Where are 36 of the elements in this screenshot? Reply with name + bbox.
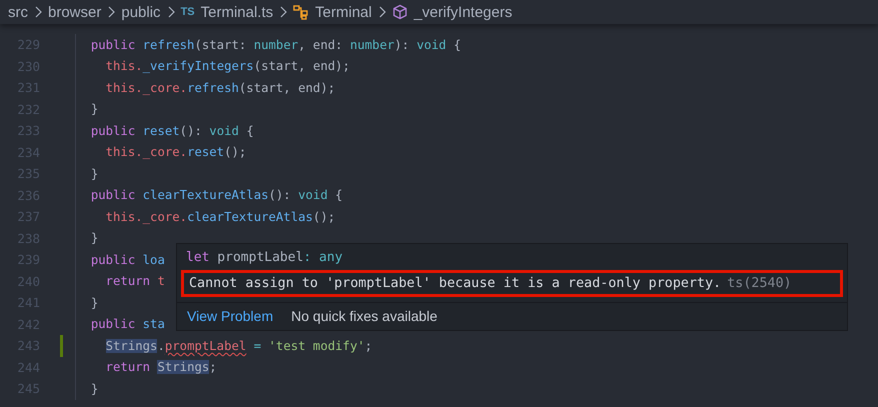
chevron-icon [279,6,288,18]
breadcrumb-item[interactable]: src [8,4,28,20]
breadcrumb-item[interactable]: public [121,4,161,20]
code-line: public loa [90,252,165,267]
type-signature: let promptLabel: any [185,249,344,267]
code-line: } [90,296,98,310]
code-line: } [90,382,98,396]
quick-fix-status: No quick fixes available [291,308,438,324]
error-message: Cannot assign to 'promptLabel' because it is a read-only property. [189,276,722,291]
code-line: public sta [90,317,165,332]
file-type-label: TS [180,6,195,18]
cube-icon [392,4,408,20]
code-line: public refresh(start: number, end: number): void { [90,38,462,52]
chevron-icon [34,6,42,18]
code-line: } [90,166,98,181]
class-icon [293,4,310,20]
code-line: this._core.reset(); [104,145,246,160]
code-line: Strings.promptLabel = 'test modify'; [104,338,372,353]
chevron-icon [166,6,175,18]
chevron-icon [378,6,386,18]
view-problem-link[interactable]: View Problem [187,308,274,324]
code-line: this._core.clearTextureAtlas(); [104,210,336,224]
code-line: } [90,231,98,246]
code-line: public reset(): void { [90,124,254,138]
chevron-icon [107,6,116,18]
code-line: return Strings; [104,360,217,374]
breadcrumb-item[interactable]: Terminal.ts [200,4,274,20]
error-code: ts(2540) [727,276,792,291]
breadcrumb-item[interactable]: browser [48,4,102,20]
code-line: this._verifyIntegers(start, end); [104,59,350,74]
code-line: this._core.refresh(start, end); [104,80,336,95]
code-line: public clearTextureAtlas(): void { [90,188,343,202]
breadcrumb-item[interactable]: Terminal [315,4,372,20]
code-line: return t [104,274,165,288]
breadcrumb-item[interactable]: _verifyIntegers [414,4,512,20]
code-line: } [90,102,98,116]
